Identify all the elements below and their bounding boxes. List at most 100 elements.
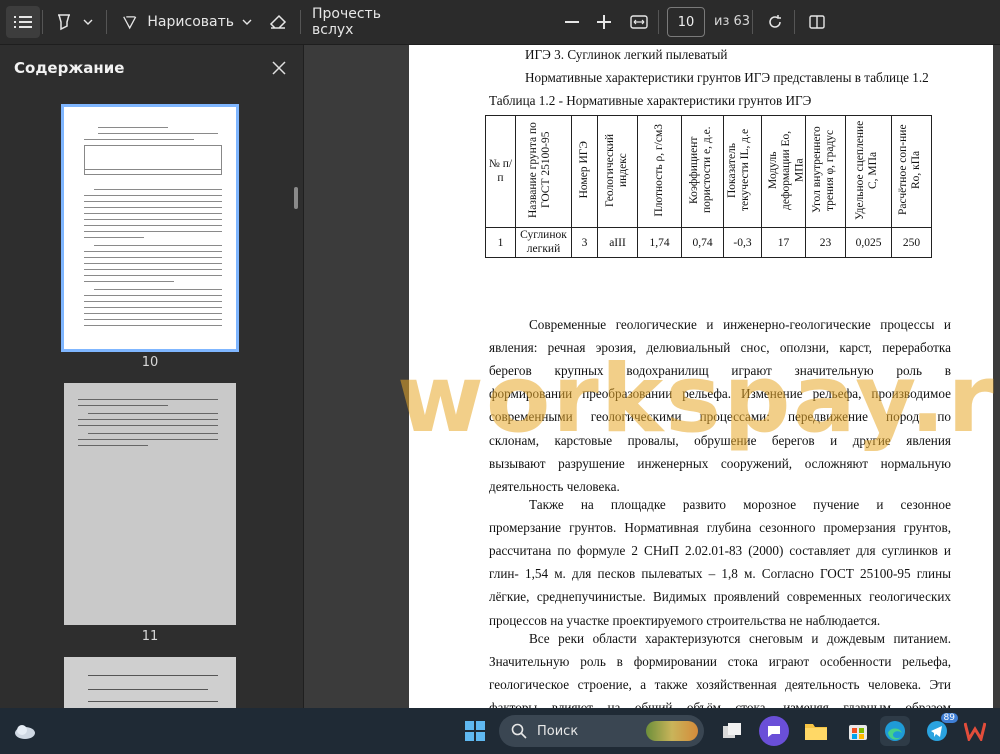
- chat-icon: [768, 726, 780, 737]
- document-app-icon: [964, 722, 986, 741]
- paragraph-line: явления: речная эрозия, делювиальный сно…: [489, 340, 951, 356]
- toolbar-separator: [794, 10, 795, 34]
- table-cell: 0,025: [845, 227, 892, 258]
- highlight-options-button[interactable]: [80, 6, 96, 38]
- table-cell: 23: [805, 227, 846, 258]
- toolbar-separator: [106, 10, 107, 34]
- notification-badge: 89: [940, 713, 958, 723]
- edge-browser-button[interactable]: [880, 716, 910, 746]
- table-cell: 1: [485, 227, 516, 258]
- paragraph-line: рассчитана по формуле 2 СНиП 2.02.01-83 …: [489, 543, 951, 559]
- weather-icon: [15, 725, 35, 739]
- characteristics-table: № п/п Название грунта по ГОСТ 25100-95 Н…: [485, 115, 932, 258]
- table-header-cell: Показатель текучести IL, д.е: [725, 128, 751, 212]
- paragraph-line: берегов крупных водохранилищ играют знач…: [489, 363, 951, 379]
- store-icon: [849, 725, 867, 740]
- search-highlight-image: [646, 721, 698, 741]
- paragraph-line: факторы влияют на общий объём стока, изм…: [489, 700, 951, 708]
- store-button[interactable]: [843, 716, 873, 746]
- draw-icon: [123, 16, 137, 30]
- table-header-cell: № п/п: [488, 157, 513, 184]
- read-aloud-button[interactable]: Прочесть вслух: [312, 6, 412, 38]
- paragraph-line: формировании преобразовании рельефа. Изм…: [489, 386, 951, 402]
- table-header-cell: Коэффициент пористости е, д.е.: [687, 126, 713, 214]
- sidebar-scrollbar[interactable]: [294, 187, 298, 209]
- page-thumbnail[interactable]: [61, 104, 239, 352]
- search-label: Поиск: [537, 723, 579, 739]
- toolbar-separator: [300, 10, 301, 34]
- paragraph-line: вызывают разрушение инженерных сооружени…: [489, 455, 951, 471]
- task-view-button[interactable]: [717, 716, 747, 746]
- close-panel-button[interactable]: [268, 57, 290, 79]
- document-view: ИГЭ 3. Суглинок легкий пылеватый Нормати…: [305, 45, 1000, 708]
- paragraph-line: лёгкие, среднепучинистые. Видимых проявл…: [489, 589, 951, 605]
- document-page: ИГЭ 3. Суглинок легкий пылеватый Нормати…: [409, 45, 993, 708]
- table-cell: 250: [891, 227, 932, 258]
- table-cell: -0,3: [723, 227, 762, 258]
- highlight-button[interactable]: [52, 6, 76, 38]
- table-cell: 3: [571, 227, 598, 258]
- paragraph-line: деятельность человека.: [489, 478, 620, 494]
- read-aloud-label: Прочесть вслух: [312, 6, 381, 38]
- word-processor-button[interactable]: [960, 716, 990, 746]
- telegram-icon: [927, 721, 947, 741]
- table-cell: 1,74: [637, 227, 682, 258]
- table-header-cell: Удельное сцепление С, МПа: [853, 120, 879, 220]
- paragraph-line: геологическое строение, а также хозяйств…: [489, 677, 951, 693]
- draw-options-button[interactable]: [240, 6, 254, 38]
- start-button[interactable]: [460, 716, 490, 746]
- erase-button[interactable]: [266, 6, 290, 38]
- pdf-viewer-window: Нарисовать Прочесть вслух 10 из 63 Содер…: [0, 0, 1000, 754]
- page-number-input[interactable]: 10: [667, 7, 705, 37]
- draw-button[interactable]: Нарисовать: [122, 6, 234, 38]
- toolbar-separator: [42, 10, 43, 34]
- paragraph-line: глин- 1,54 м. для песков пылеватых – 1,8…: [489, 566, 951, 582]
- paragraph-line: Современные геологические и инженерно-ге…: [529, 317, 951, 332]
- page-total: из 63: [714, 14, 751, 29]
- close-icon: [272, 61, 286, 75]
- chevron-down-icon: [242, 19, 252, 25]
- table-caption: Таблица 1.2 - Нормативные характеристики…: [489, 93, 812, 108]
- list-icon: [14, 16, 32, 28]
- paragraph-line: Все реки области характеризуются снеговы…: [529, 631, 951, 646]
- taskbar-search[interactable]: Поиск: [499, 715, 704, 747]
- toolbar-separator: [752, 10, 753, 34]
- table-header-cell: Геологический индекс: [603, 133, 629, 207]
- table-header-cell: Плотность ρ, г/см3: [652, 123, 665, 217]
- plus-icon: [597, 15, 611, 29]
- table-cell: 17: [761, 227, 806, 258]
- file-explorer-button[interactable]: [801, 716, 831, 746]
- table-header-cell: Номер ИГЭ: [577, 141, 590, 199]
- thumbnail-page-number: 11: [141, 629, 159, 644]
- contents-button[interactable]: [6, 6, 40, 38]
- page-view-icon: [809, 15, 825, 29]
- zoom-in-button[interactable]: [592, 6, 616, 38]
- paragraph-line: процессов на участке проектируемого стро…: [489, 612, 881, 628]
- draw-label: Нарисовать: [147, 14, 234, 30]
- table-header-row: № п/п Название грунта по ГОСТ 25100-95 Н…: [485, 115, 932, 228]
- table-header-cell: Расчётное соп-ние Rо, кПа: [896, 124, 922, 216]
- page-view-button[interactable]: [804, 6, 830, 38]
- folder-icon: [805, 724, 827, 740]
- page-thumbnail[interactable]: [64, 657, 236, 708]
- eraser-icon: [269, 14, 287, 29]
- intro-line: Нормативные характеристики грунтов ИГЭ п…: [525, 70, 929, 85]
- contents-panel: Содержание 10 11: [0, 45, 304, 708]
- table-cell: 0,74: [681, 227, 724, 258]
- paragraph-line: Значительную роль в формировании стока и…: [489, 654, 951, 670]
- highlighter-icon: [58, 14, 70, 31]
- rotate-button[interactable]: [762, 6, 788, 38]
- minus-icon: [565, 21, 579, 23]
- paragraph-line: Также на площадке развито морозное пучен…: [529, 497, 951, 512]
- table-row: 1 Суглинок легкий 3 aIII 1,74 0,74 -0,3 …: [485, 227, 932, 258]
- thumbnail-page-number: 10: [141, 355, 159, 370]
- page-thumbnail[interactable]: [64, 383, 236, 625]
- chat-app-button[interactable]: [759, 716, 789, 746]
- paragraph-line: современными геологическими процессами: …: [489, 409, 951, 425]
- fit-width-button[interactable]: [626, 6, 652, 38]
- toolbar: Нарисовать Прочесть вслух 10 из 63: [0, 0, 1000, 45]
- zoom-out-button[interactable]: [560, 6, 584, 38]
- telegram-button[interactable]: 89: [922, 713, 958, 746]
- weather-widget[interactable]: [10, 716, 40, 746]
- section-heading: ИГЭ 3. Суглинок легкий пылеватый: [525, 47, 728, 62]
